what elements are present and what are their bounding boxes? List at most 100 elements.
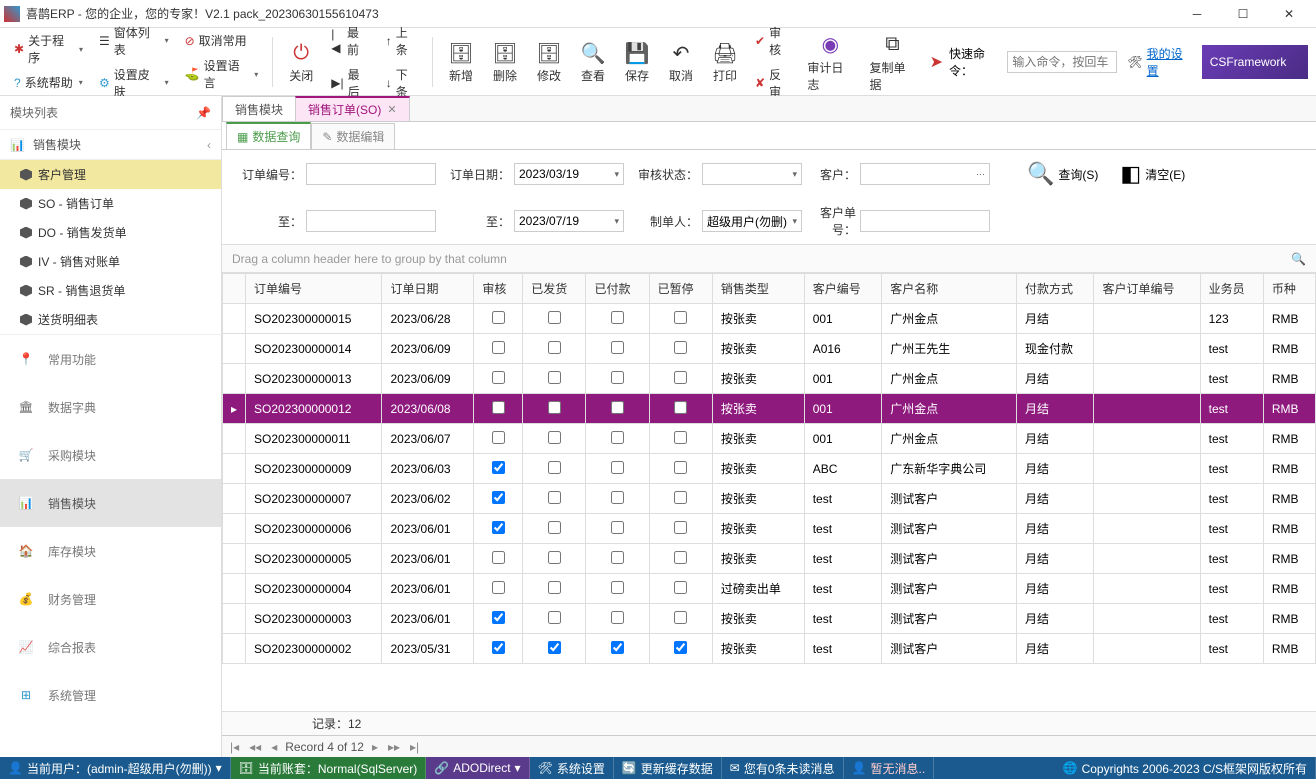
checkbox[interactable]	[548, 371, 561, 384]
checkbox[interactable]	[548, 611, 561, 624]
checkbox[interactable]	[492, 491, 505, 504]
prev-button[interactable]: ↑上条	[382, 22, 422, 60]
status-sys[interactable]: 🛠系统设置	[530, 757, 614, 779]
table-row[interactable]: ▸SO2023000000122023/06/08按张卖001广州金点月结tes…	[223, 394, 1316, 424]
about-button[interactable]: ✱关于程序▾	[10, 30, 87, 68]
sidebar-node-2[interactable]: DO - 销售发货单	[0, 218, 221, 247]
checkbox[interactable]	[492, 401, 505, 414]
syshelp-button[interactable]: ?系统帮助▾	[10, 72, 87, 93]
col-0[interactable]: 订单编号	[246, 274, 382, 304]
input-orderno-to[interactable]	[306, 210, 436, 232]
audit-log-button[interactable]: ◉审计日志	[801, 27, 859, 97]
checkbox[interactable]	[611, 311, 624, 324]
nav-prev-page[interactable]: ◂◂	[247, 740, 263, 754]
checkbox[interactable]	[492, 641, 505, 654]
data-grid[interactable]: 订单编号订单日期审核已发货已付款已暂停销售类型客户编号客户名称付款方式客户订单编…	[222, 273, 1316, 711]
checkbox[interactable]	[674, 581, 687, 594]
nav-next-page[interactable]: ▸▸	[386, 740, 402, 754]
table-row[interactable]: SO2023000000032023/06/01按张卖test测试客户月结tes…	[223, 604, 1316, 634]
maximize-button[interactable]: ☐	[1220, 0, 1266, 28]
close-window-button[interactable]: ✕	[1266, 0, 1312, 28]
table-row[interactable]: SO2023000000142023/06/09按张卖A016广州王先生现金付款…	[223, 334, 1316, 364]
sidebar-node-5[interactable]: 送货明细表	[0, 305, 221, 334]
checkbox[interactable]	[674, 431, 687, 444]
col-4[interactable]: 已付款	[586, 274, 649, 304]
group-by-bar[interactable]: Drag a column header here to group by th…	[222, 245, 1316, 273]
input-custorder[interactable]	[860, 210, 990, 232]
checkbox[interactable]	[611, 461, 624, 474]
query-button[interactable]: 🔍查询(S)	[1018, 156, 1107, 192]
checkbox[interactable]	[674, 311, 687, 324]
checkbox[interactable]	[611, 401, 624, 414]
clear-button[interactable]: ◧清空(E)	[1111, 156, 1194, 192]
minimize-button[interactable]: ─	[1174, 0, 1220, 28]
checkbox[interactable]	[548, 401, 561, 414]
table-row[interactable]: SO2023000000052023/06/01按张卖test测试客户月结tes…	[223, 544, 1316, 574]
checkbox[interactable]	[492, 461, 505, 474]
checkbox[interactable]	[674, 641, 687, 654]
table-row[interactable]: SO2023000000132023/06/09按张卖001广州金点月结test…	[223, 364, 1316, 394]
tab-sales-module[interactable]: 销售模块	[222, 96, 296, 121]
approve-button[interactable]: ✔审核	[751, 22, 795, 60]
combo-maker[interactable]: 超级用户(勿删)▾	[702, 210, 802, 232]
module-0[interactable]: 📍常用功能	[0, 335, 221, 383]
pin-icon[interactable]: 📌	[196, 106, 211, 120]
first-button[interactable]: |◀最前	[327, 22, 373, 60]
module-2[interactable]: 🛒采购模块	[0, 431, 221, 479]
checkbox[interactable]	[611, 341, 624, 354]
col-2[interactable]: 审核	[474, 274, 523, 304]
tab-close-icon[interactable]: ✕	[387, 103, 396, 116]
nav-first[interactable]: |◂	[228, 740, 241, 754]
checkbox[interactable]	[611, 431, 624, 444]
checkbox[interactable]	[548, 641, 561, 654]
checkbox[interactable]	[492, 581, 505, 594]
status-account[interactable]: 🗄当前账套：Normal(SqlServer)	[231, 757, 427, 779]
checkbox[interactable]	[492, 311, 505, 324]
checkbox[interactable]	[674, 461, 687, 474]
combo-approve[interactable]: ▾	[702, 163, 802, 185]
checkbox[interactable]	[548, 461, 561, 474]
checkbox[interactable]	[674, 401, 687, 414]
checkbox[interactable]	[492, 551, 505, 564]
table-row[interactable]: SO2023000000152023/06/28按张卖001广州金点月结123R…	[223, 304, 1316, 334]
cancel-button[interactable]: ↶取消	[661, 35, 701, 88]
table-row[interactable]: SO2023000000022023/05/31按张卖test测试客户月结tes…	[223, 634, 1316, 664]
checkbox[interactable]	[492, 521, 505, 534]
col-3[interactable]: 已发货	[523, 274, 586, 304]
lang-button[interactable]: ⛳设置语言▾	[181, 55, 263, 93]
checkbox[interactable]	[611, 491, 624, 504]
checkbox[interactable]	[548, 551, 561, 564]
status-cache[interactable]: 🔄更新缓存数据	[614, 757, 722, 779]
status-user[interactable]: 👤当前用户：(admin-超级用户(勿删))▾	[0, 757, 231, 779]
checkbox[interactable]	[548, 491, 561, 504]
module-6[interactable]: 📈综合报表	[0, 623, 221, 671]
csframework-badge[interactable]: CSFramework	[1202, 45, 1308, 79]
checkbox[interactable]	[492, 611, 505, 624]
checkbox[interactable]	[611, 581, 624, 594]
table-row[interactable]: SO2023000000092023/06/03按张卖ABC广东新华字典公司月结…	[223, 454, 1316, 484]
checkbox[interactable]	[674, 491, 687, 504]
table-row[interactable]: SO2023000000072023/06/02按张卖test测试客户月结tes…	[223, 484, 1316, 514]
add-button[interactable]: 🗄新增	[441, 35, 481, 88]
checkbox[interactable]	[492, 341, 505, 354]
checkbox[interactable]	[674, 551, 687, 564]
col-11[interactable]: 业务员	[1200, 274, 1263, 304]
nav-prev[interactable]: ◂	[269, 740, 279, 754]
save-button[interactable]: 💾保存	[617, 35, 657, 88]
sidebar-node-1[interactable]: SO - 销售订单	[0, 189, 221, 218]
col-5[interactable]: 已暂停	[649, 274, 712, 304]
checkbox[interactable]	[548, 521, 561, 534]
input-orderno[interactable]	[306, 163, 436, 185]
delete-button[interactable]: 🗄删除	[485, 35, 525, 88]
status-ado[interactable]: 🔗ADODirect▾	[426, 757, 529, 779]
checkbox[interactable]	[611, 641, 624, 654]
checkbox[interactable]	[548, 341, 561, 354]
checkbox[interactable]	[674, 341, 687, 354]
table-row[interactable]: SO2023000000112023/06/07按张卖001广州金点月结test…	[223, 424, 1316, 454]
sidebar-node-3[interactable]: IV - 销售对账单	[0, 247, 221, 276]
module-1[interactable]: 🏛数据字典	[0, 383, 221, 431]
formlist-button[interactable]: ☰窗体列表▾	[95, 22, 173, 60]
subtab-query[interactable]: ▦数据查询	[226, 122, 311, 149]
date-from[interactable]: 2023/03/19▾	[514, 163, 624, 185]
date-to[interactable]: 2023/07/19▾	[514, 210, 624, 232]
